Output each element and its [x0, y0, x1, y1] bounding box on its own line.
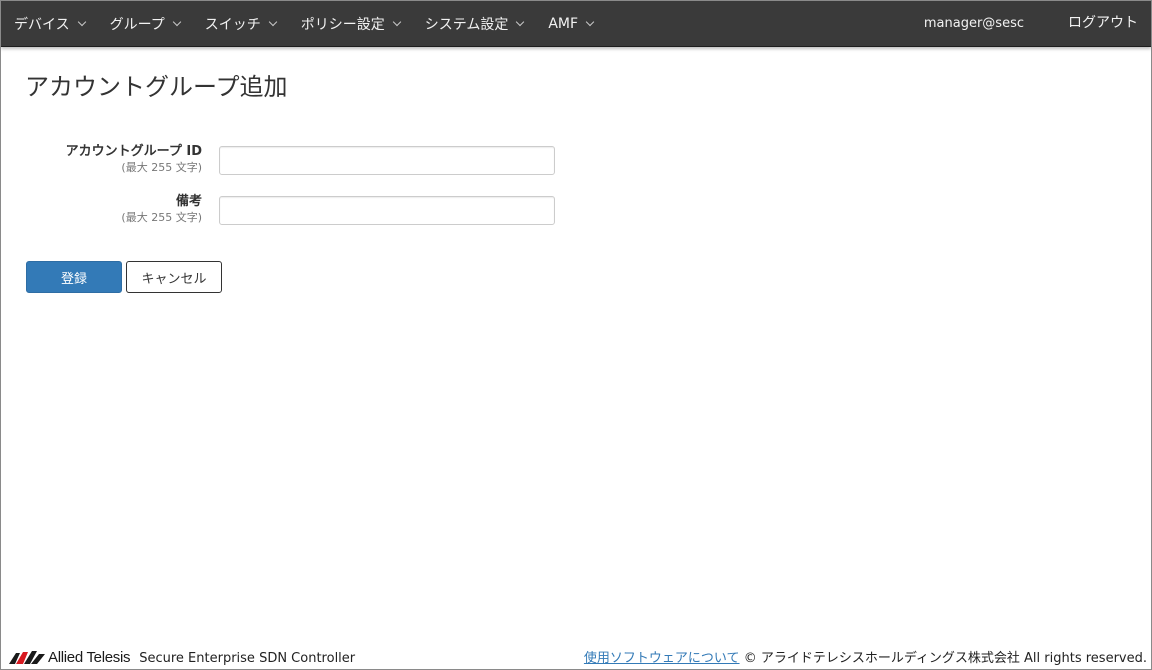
- nav-item-label: デバイス: [14, 16, 70, 33]
- nav-item-system-settings[interactable]: システム設定: [412, 1, 536, 46]
- chevron-down-icon: [585, 17, 595, 27]
- cancel-button[interactable]: キャンセル: [126, 261, 222, 293]
- nav-item-label: ポリシー設定: [300, 16, 385, 33]
- nav-item-label: システム設定: [424, 16, 509, 33]
- nav-item-devices[interactable]: デバイス: [1, 1, 97, 46]
- copyright-text: © アライドテレシスホールディングス株式会社 All rights reserv…: [743, 651, 1147, 666]
- nav-right: manager@sesc ログアウト: [924, 1, 1151, 46]
- nav-item-label: グループ: [109, 16, 165, 33]
- product-name: Secure Enterprise SDN Controller: [139, 651, 356, 666]
- app-window: デバイス グループ スイッチ ポリシー設定 システム設定 AMF manager…: [0, 0, 1152, 670]
- software-info-link[interactable]: 使用ソフトウェアについて: [584, 651, 740, 666]
- form-row-remarks: 備考 (最大 255 文字): [1, 193, 601, 229]
- field-label: 備考: [175, 194, 202, 209]
- footer-right: 使用ソフトウェアについて © アライドテレシスホールディングス株式会社 All …: [584, 647, 1147, 666]
- current-user[interactable]: manager@sesc: [924, 16, 1024, 31]
- chevron-down-icon: [77, 17, 86, 27]
- register-button[interactable]: 登録: [26, 261, 122, 293]
- chevron-down-icon: [172, 17, 182, 27]
- field-hint: (最大 255 文字): [121, 211, 202, 224]
- field-label: アカウントグループ ID: [65, 144, 202, 159]
- chevron-down-icon: [516, 17, 525, 27]
- top-navbar: デバイス グループ スイッチ ポリシー設定 システム設定 AMF manager…: [1, 1, 1151, 47]
- field-hint: (最大 255 文字): [121, 161, 202, 174]
- logout-link[interactable]: ログアウト: [1068, 12, 1138, 32]
- page-title: アカウントグループ追加: [25, 73, 288, 101]
- remarks-label: 備考 (最大 255 文字): [121, 193, 202, 226]
- allied-telesis-logo-icon: [9, 651, 45, 664]
- brand-logo: Allied Telesis: [9, 649, 131, 667]
- account-group-id-label: アカウントグループ ID (最大 255 文字): [66, 143, 202, 176]
- chevron-down-icon: [268, 17, 278, 27]
- form-row-account-group-id: アカウントグループ ID (最大 255 文字): [1, 143, 601, 179]
- nav-item-label: スイッチ: [204, 16, 261, 33]
- nav-menu: デバイス グループ スイッチ ポリシー設定 システム設定 AMF: [1, 1, 605, 46]
- remarks-input[interactable]: [219, 196, 555, 225]
- nav-item-amf[interactable]: AMF: [535, 1, 605, 46]
- nav-item-label: AMF: [548, 15, 579, 32]
- footer-left: Allied Telesis Secure Enterprise SDN Con…: [9, 649, 355, 667]
- nav-item-policy-settings[interactable]: ポリシー設定: [288, 1, 412, 46]
- nav-item-switches[interactable]: スイッチ: [192, 1, 288, 46]
- brand-name: Allied Telesis: [48, 649, 131, 666]
- account-group-id-input[interactable]: [219, 146, 555, 175]
- chevron-down-icon: [392, 17, 402, 27]
- nav-item-groups[interactable]: グループ: [97, 1, 192, 46]
